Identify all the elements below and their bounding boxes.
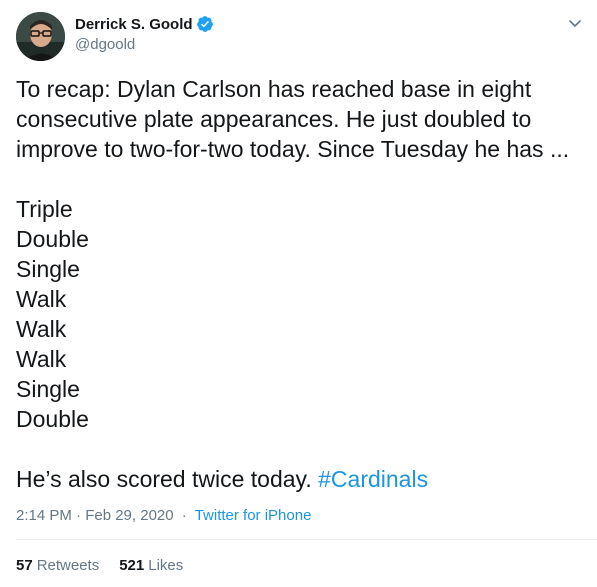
tweet-meta: 2:14 PM · Feb 29, 2020 · Twitter for iPh…: [16, 507, 311, 524]
author-handle[interactable]: @dgoold: [75, 36, 135, 53]
timestamp[interactable]: 2:14 PM · Feb 29, 2020: [16, 507, 174, 524]
tweet-card: Derrick S. Goold @dgoold To recap: Dylan…: [0, 0, 597, 587]
result-line: Double: [16, 406, 89, 432]
chevron-down-icon[interactable]: [567, 15, 583, 31]
retweets-stat[interactable]: 57 Retweets: [16, 557, 99, 574]
paragraph-break: [16, 434, 586, 464]
result-line: Walk: [16, 286, 67, 312]
tweet-closing: He’s also scored twice today. #Cardinals: [16, 464, 586, 494]
result-line: Walk: [16, 316, 67, 342]
retweets-count: 57: [16, 557, 33, 574]
engagement-stats: 57 Retweets 521 Likes: [16, 557, 203, 574]
source-link[interactable]: Twitter for iPhone: [195, 507, 312, 524]
divider: [16, 539, 597, 540]
result-line: Triple: [16, 196, 73, 222]
author-name-row[interactable]: Derrick S. Goold: [75, 15, 214, 33]
likes-stat[interactable]: 521 Likes: [119, 557, 183, 574]
hashtag-link[interactable]: #Cardinals: [318, 466, 428, 492]
likes-label: Likes: [148, 557, 184, 574]
meta-separator: ·: [181, 507, 187, 524]
author-display-name[interactable]: Derrick S. Goold: [75, 16, 193, 33]
closing-text: He’s also scored twice today.: [16, 466, 319, 492]
retweets-label: Retweets: [36, 557, 100, 574]
result-line: Single: [16, 256, 80, 282]
likes-count: 521: [119, 557, 145, 574]
tweet-text: To recap: Dylan Carlson has reached base…: [16, 74, 586, 494]
paragraph-break: [16, 164, 586, 194]
result-line: Single: [16, 376, 80, 402]
verified-badge-icon: [196, 15, 214, 33]
avatar[interactable]: [16, 12, 65, 61]
result-line: Walk: [16, 346, 67, 372]
result-line: Double: [16, 226, 89, 252]
tweet-intro: To recap: Dylan Carlson has reached base…: [16, 76, 570, 162]
